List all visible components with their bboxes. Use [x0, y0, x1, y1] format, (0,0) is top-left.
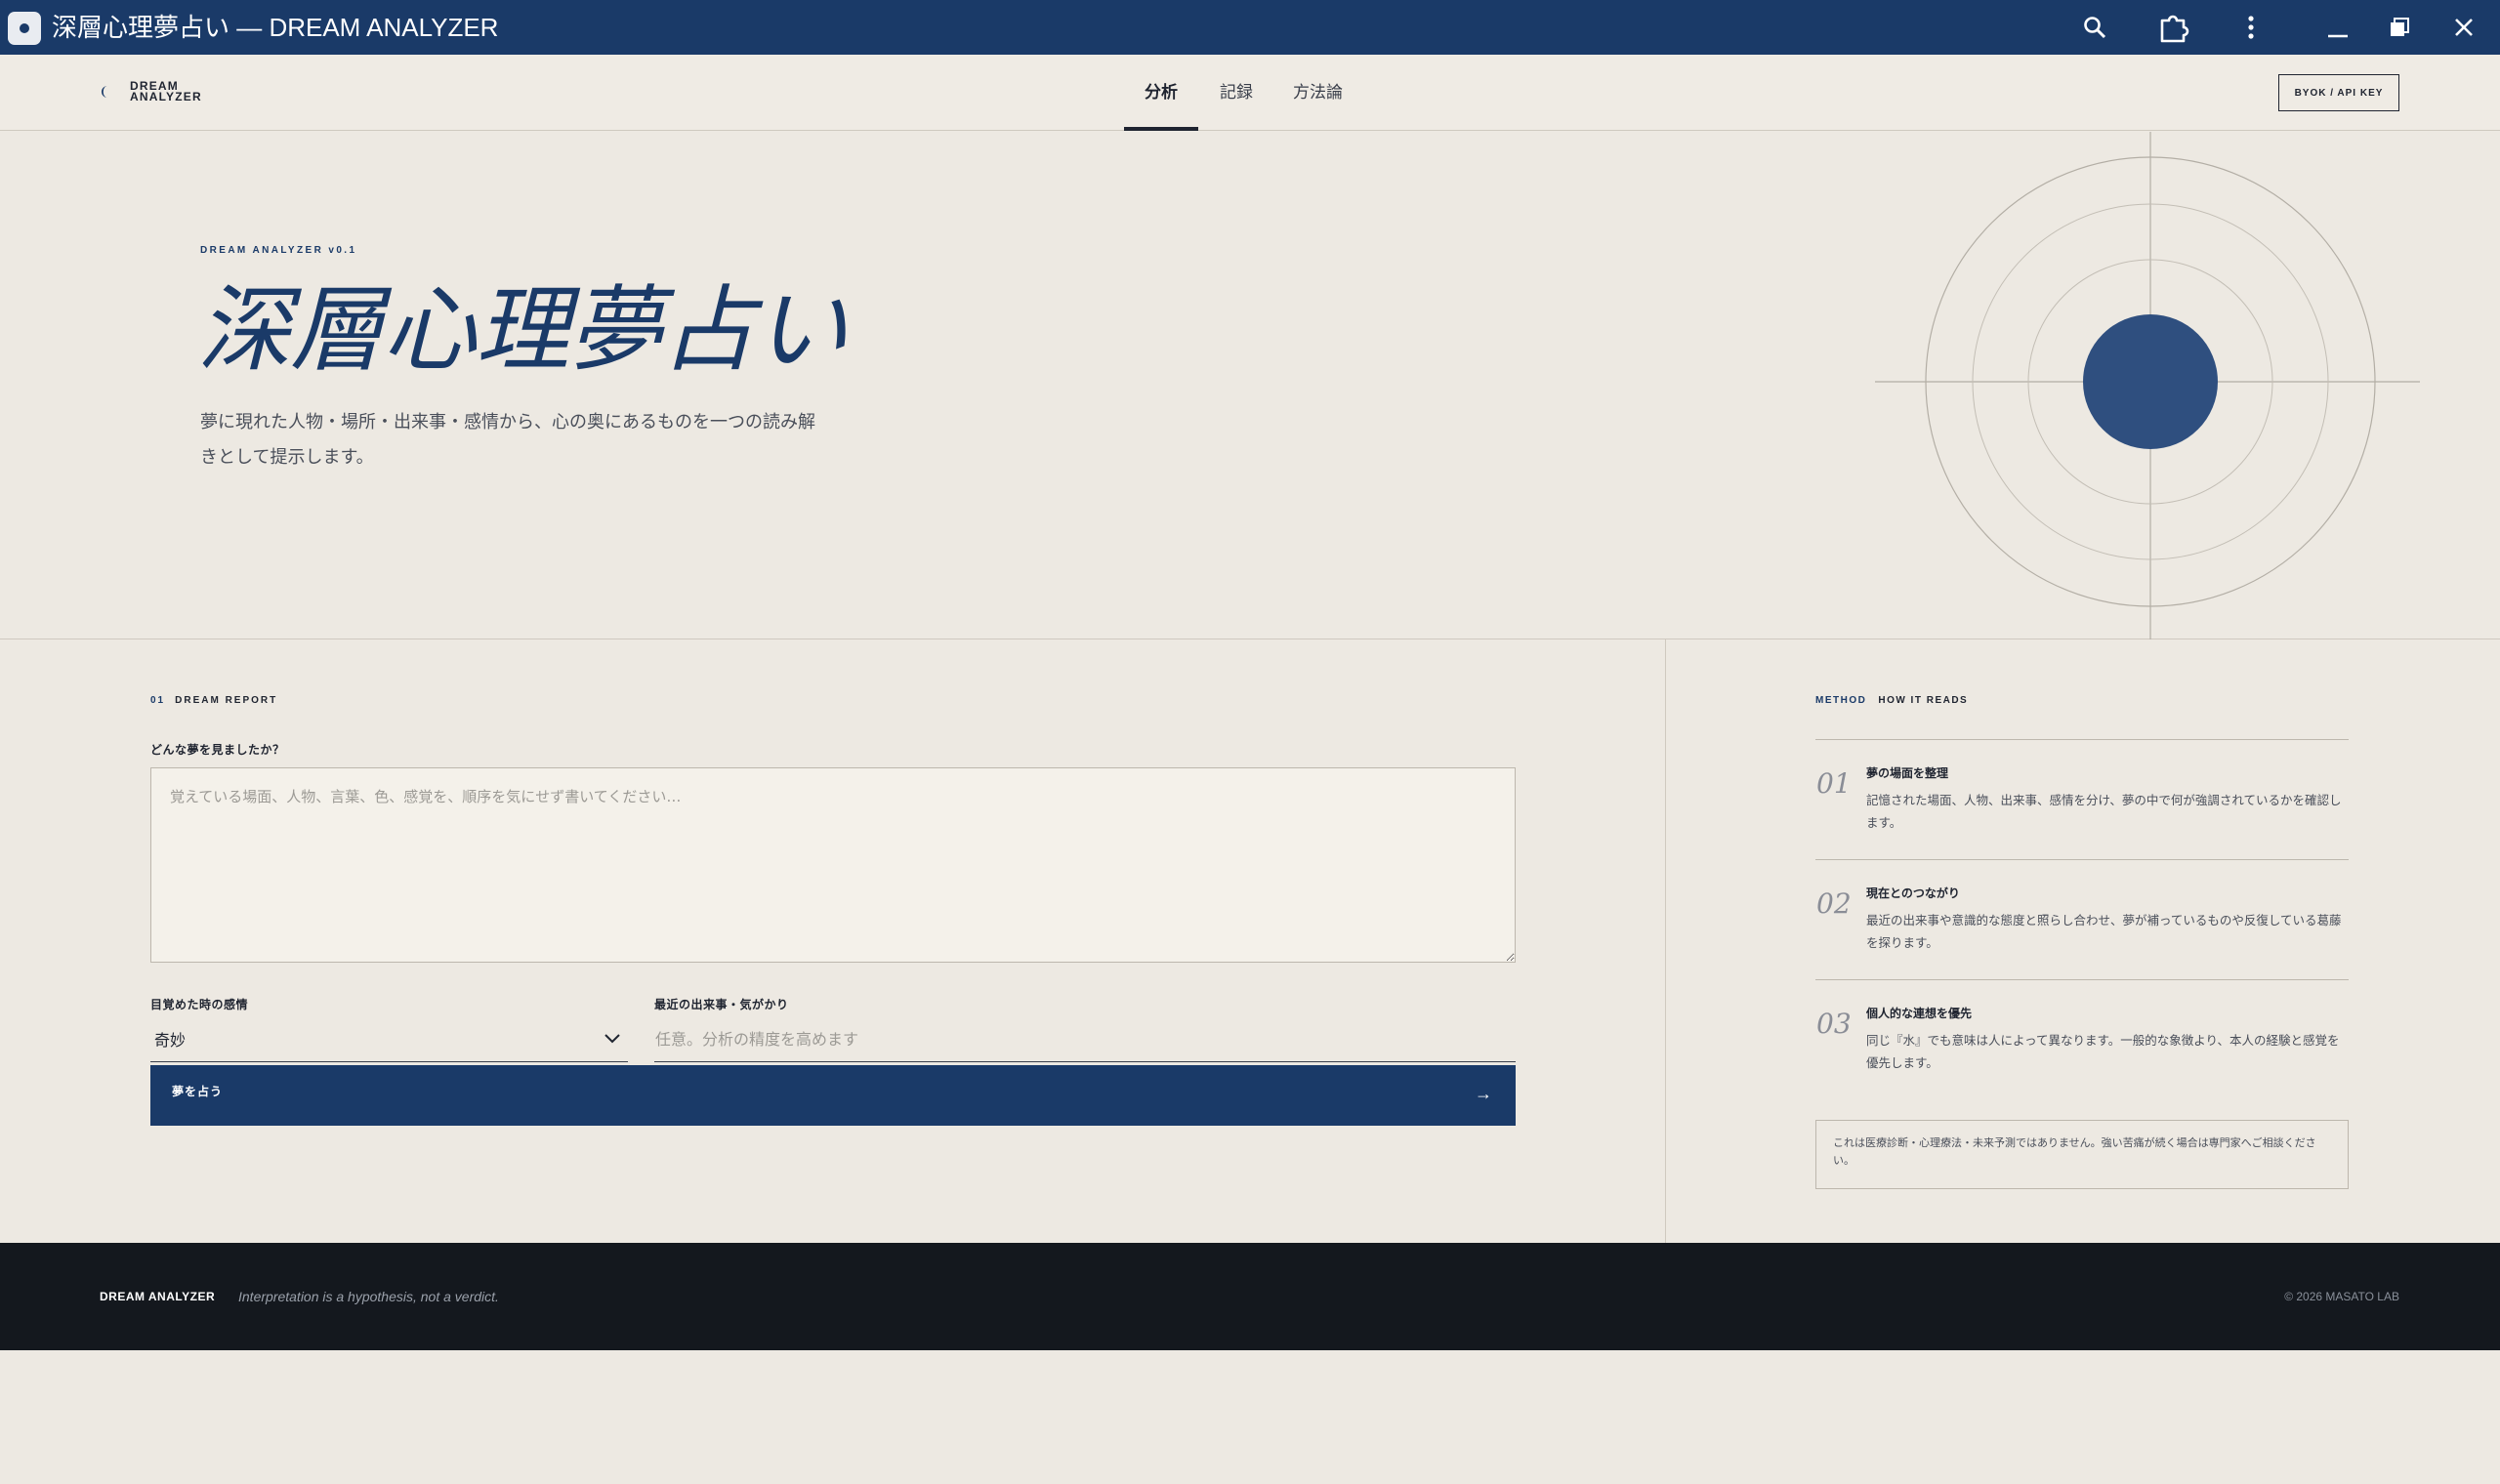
active-tab-indicator	[1124, 127, 1198, 131]
emotion-select[interactable]: 奇妙	[150, 1017, 628, 1062]
step-title: 現在とのつながり	[1866, 886, 1960, 900]
dream-textarea[interactable]	[150, 767, 1516, 963]
column-divider	[1665, 639, 1666, 1243]
step-body: 最近の出来事や意識的な態度と照らし合わせ、夢が補っているものや反復している葛藤を…	[1866, 914, 2342, 950]
restore-icon[interactable]	[2382, 10, 2417, 45]
section-number: 01	[150, 695, 166, 706]
section-title: DREAM REPORT	[175, 695, 278, 706]
minimize-icon[interactable]	[2320, 10, 2355, 45]
step-number: 02	[1816, 887, 1852, 920]
disclaimer-box: これは医療診断・心理療法・未来予測ではありません。強い苦痛が続く場合は専門家へご…	[1815, 1120, 2349, 1189]
dream-report-heading: 01 DREAM REPORT	[150, 695, 277, 706]
emotion-select-value: 奇妙	[154, 1033, 187, 1050]
hero-title: 深層心理夢占い	[197, 275, 848, 385]
search-icon[interactable]	[2077, 10, 2112, 45]
byok-api-key-button[interactable]: BYOK / API KEY	[2278, 74, 2399, 111]
divider	[1815, 739, 2349, 740]
recent-events-label: 最近の出来事・気がかり	[654, 998, 789, 1011]
main-section: 01 DREAM REPORT どんな夢を見ましたか？ 目覚めた時の感情 奇妙 最…	[0, 639, 2500, 1243]
method-title: HOW IT READS	[1878, 695, 1969, 706]
fortune-submit-button[interactable]: 夢を占う →	[150, 1065, 1516, 1126]
tab-records[interactable]: 記録	[1220, 78, 1253, 103]
step-body: 記憶された場面、人物、出来事、感情を分け、夢の中で何が強調されているかを確認しま…	[1866, 794, 2342, 830]
orbit-illustration	[1875, 132, 2420, 639]
recent-events-input[interactable]	[654, 1017, 1516, 1062]
top-nav: DREAM ANALYZER 分析 記録 方法論 BYOK / API KEY	[0, 55, 2500, 131]
dream-label: どんな夢を見ましたか？	[150, 743, 285, 757]
step-title: 夢の場面を整理	[1866, 766, 1949, 780]
emotion-label: 目覚めた時の感情	[150, 998, 249, 1011]
footer: DREAM ANALYZER Interpretation is a hypot…	[0, 1243, 2500, 1350]
hero-kicker: DREAM ANALYZER v0.1	[200, 245, 357, 256]
tab-methodology[interactable]: 方法論	[1293, 78, 1343, 103]
app-icon	[8, 12, 41, 45]
step-title: 個人的な連想を優先	[1866, 1007, 1973, 1020]
more-icon[interactable]	[2233, 10, 2269, 45]
footer-tagline: Interpretation is a hypothesis, not a ve…	[238, 1289, 499, 1304]
logo-line2: ANALYZER	[130, 90, 202, 103]
method-kicker: METHOD	[1815, 695, 1867, 706]
window-titlebar: 深層心理夢占い — DREAM ANALYZER	[0, 0, 2500, 55]
step-body: 同じ『水』でも意味は人によって異なります。一般的な象徴より、本人の経験と感覚を優…	[1866, 1034, 2340, 1070]
footer-brand: DREAM ANALYZER	[100, 1290, 216, 1303]
hero-section: DREAM ANALYZER v0.1 深層心理夢占い 夢に現れた人物・場所・出…	[0, 132, 2500, 639]
hero-description: 夢に現れた人物・場所・出来事・感情から、心の奥にあるものを一つの読み解きとして提…	[200, 412, 815, 468]
divider	[1815, 979, 2349, 980]
method-heading: METHOD HOW IT READS	[1815, 695, 1968, 706]
step-number: 03	[1816, 1008, 1852, 1040]
submit-label: 夢を占う	[172, 1085, 224, 1098]
moon-icon	[102, 86, 107, 98]
footer-copyright: © 2026 MASATO LAB	[2284, 1290, 2399, 1303]
close-icon[interactable]	[2446, 10, 2481, 45]
divider	[1815, 859, 2349, 860]
extension-icon[interactable]	[2156, 10, 2191, 45]
step-number: 01	[1816, 767, 1852, 800]
logo[interactable]: DREAM ANALYZER	[130, 80, 202, 103]
window-title: 深層心理夢占い — DREAM ANALYZER	[52, 13, 499, 42]
tab-analysis[interactable]: 分析	[1145, 78, 1178, 103]
chevron-down-icon	[604, 1034, 620, 1044]
arrow-right-icon: →	[1475, 1084, 1492, 1103]
